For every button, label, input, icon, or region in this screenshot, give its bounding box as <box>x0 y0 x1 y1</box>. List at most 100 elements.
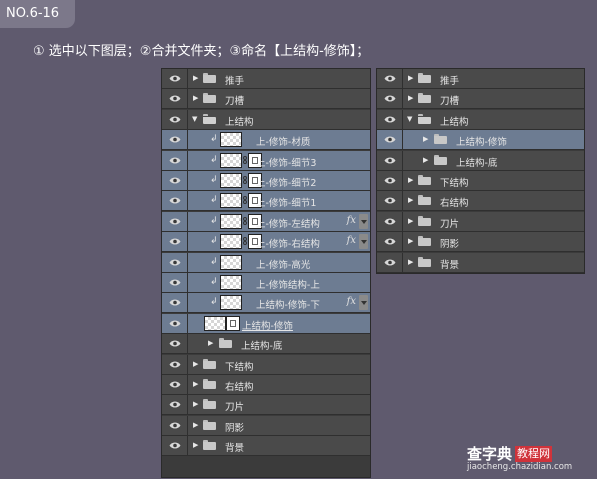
clipping-mask-icon: ↲ <box>210 297 218 308</box>
collapsed-triangle-icon[interactable]: ▶ <box>423 156 428 164</box>
visibility-eye-icon[interactable] <box>162 395 188 415</box>
layer-row[interactable]: ▶ 背景 <box>377 252 584 273</box>
visibility-eye-icon[interactable] <box>162 211 188 231</box>
folder-icon <box>418 236 431 247</box>
visibility-eye-icon[interactable] <box>377 150 403 170</box>
layer-row[interactable]: ↲ 上-修饰-细节2 <box>162 171 370 191</box>
expanded-triangle-icon[interactable]: ▼ <box>192 115 197 123</box>
layer-name: 下结构 <box>225 361 254 373</box>
layer-row[interactable]: ▶ 背景 <box>162 436 370 457</box>
visibility-eye-icon[interactable] <box>377 171 403 190</box>
collapsed-triangle-icon[interactable]: ▶ <box>193 421 198 429</box>
collapsed-triangle-icon[interactable]: ▶ <box>408 176 413 184</box>
visibility-eye-icon[interactable] <box>162 191 188 211</box>
visibility-eye-icon[interactable] <box>377 130 403 150</box>
layer-row[interactable]: ↲ 上-修饰结构-上 <box>162 273 370 293</box>
visibility-eye-icon[interactable] <box>162 89 188 109</box>
visibility-eye-icon[interactable] <box>162 252 188 272</box>
collapsed-triangle-icon[interactable]: ▶ <box>193 74 198 82</box>
collapsed-triangle-icon[interactable]: ▶ <box>408 258 413 266</box>
collapsed-triangle-icon[interactable]: ▶ <box>408 217 413 225</box>
visibility-eye-icon[interactable] <box>162 232 188 252</box>
layer-effects-icon[interactable]: fx <box>347 296 356 307</box>
layer-name: 上-修饰-右结构 <box>256 239 320 251</box>
visibility-eye-icon[interactable] <box>377 211 403 231</box>
folder-icon <box>418 93 431 104</box>
layer-row[interactable]: ▶ 上结构-修饰 <box>377 130 584 151</box>
layer-row[interactable]: ↲ 上-修饰-材质 <box>162 130 370 151</box>
layer-row[interactable]: ▶ 阴影 <box>162 415 370 436</box>
collapsed-triangle-icon[interactable]: ▶ <box>408 94 413 102</box>
visibility-eye-icon[interactable] <box>162 130 188 150</box>
layer-effects-icon[interactable]: fx <box>347 215 356 226</box>
layer-row[interactable]: ▶ 推手 <box>377 69 584 89</box>
visibility-eye-icon[interactable] <box>162 334 188 354</box>
layer-row[interactable]: ↲ 上-修饰-细节1 <box>162 191 370 212</box>
layer-row[interactable]: ▼ 上结构 <box>162 109 370 130</box>
visibility-eye-icon[interactable] <box>162 273 188 292</box>
layer-row[interactable]: ▶ 右结构 <box>377 191 584 212</box>
visibility-eye-icon[interactable] <box>162 375 188 394</box>
effects-expand-button[interactable] <box>359 295 368 311</box>
layer-row[interactable]: ▶ 上结构-底 <box>377 150 584 171</box>
effects-expand-button[interactable] <box>359 213 368 229</box>
collapsed-triangle-icon[interactable]: ▶ <box>193 94 198 102</box>
collapsed-triangle-icon[interactable]: ▶ <box>208 339 213 347</box>
layer-row[interactable]: 上结构-修饰 <box>162 313 370 334</box>
layer-row[interactable]: ▶ 右结构 <box>162 375 370 395</box>
layer-row[interactable]: ↲ 上-修饰-细节3 <box>162 150 370 171</box>
layer-name: 上-修饰-细节2 <box>256 178 317 189</box>
watermark: 查字典 教程网 jiaocheng.chazidian.com <box>467 446 597 473</box>
visibility-eye-icon[interactable] <box>162 436 188 456</box>
expanded-triangle-icon[interactable]: ▼ <box>407 115 412 123</box>
layer-thumbnail <box>220 254 242 270</box>
layer-row[interactable]: ↲ fx 上结构-修饰-下 <box>162 293 370 314</box>
visibility-eye-icon[interactable] <box>377 191 403 211</box>
layer-name: 刀片 <box>440 218 460 230</box>
clipping-mask-icon: ↲ <box>210 195 218 206</box>
layer-row[interactable]: ▶ 推手 <box>162 69 370 89</box>
layer-row[interactable]: ▶ 刀槽 <box>162 89 370 110</box>
layer-row[interactable]: ▶ 刀槽 <box>377 89 584 110</box>
visibility-eye-icon[interactable] <box>162 109 188 129</box>
collapsed-triangle-icon[interactable]: ▶ <box>193 400 198 408</box>
layer-name: 推手 <box>225 76 245 87</box>
visibility-eye-icon[interactable] <box>377 69 403 88</box>
collapsed-triangle-icon[interactable]: ▶ <box>193 380 198 388</box>
folder-icon <box>418 215 431 226</box>
effects-expand-button[interactable] <box>359 234 368 250</box>
layer-name: 上-修饰-细节1 <box>256 198 317 210</box>
watermark-box: 教程网 <box>515 446 553 462</box>
layer-effects-icon[interactable]: fx <box>347 235 356 246</box>
layer-row[interactable]: ▶ 下结构 <box>162 354 370 375</box>
layer-name: 上-修饰-左结构 <box>256 218 320 230</box>
collapsed-triangle-icon[interactable]: ▶ <box>408 237 413 245</box>
layer-row[interactable]: ▼ 上结构 <box>377 109 584 130</box>
layer-row[interactable]: ↲ fx 上-修饰-左结构 <box>162 211 370 232</box>
visibility-eye-icon[interactable] <box>162 313 188 333</box>
visibility-eye-icon[interactable] <box>162 293 188 313</box>
collapsed-triangle-icon[interactable]: ▶ <box>408 74 413 82</box>
collapsed-triangle-icon[interactable]: ▶ <box>423 135 428 143</box>
layer-name: 上结构 <box>225 116 254 128</box>
visibility-eye-icon[interactable] <box>377 232 403 252</box>
visibility-eye-icon[interactable] <box>162 150 188 170</box>
layer-row[interactable]: ▶ 阴影 <box>377 232 584 253</box>
visibility-eye-icon[interactable] <box>162 415 188 435</box>
visibility-eye-icon[interactable] <box>162 69 188 88</box>
collapsed-triangle-icon[interactable]: ▶ <box>193 360 198 368</box>
layer-name: 上结构-修饰 <box>242 320 293 332</box>
collapsed-triangle-icon[interactable]: ▶ <box>193 441 198 449</box>
visibility-eye-icon[interactable] <box>377 252 403 272</box>
visibility-eye-icon[interactable] <box>162 171 188 190</box>
collapsed-triangle-icon[interactable]: ▶ <box>408 196 413 204</box>
layer-row[interactable]: ↲ 上-修饰-高光 <box>162 252 370 273</box>
layer-row[interactable]: ▶ 上结构-底 <box>162 334 370 355</box>
layer-row[interactable]: ↲ fx 上-修饰-右结构 <box>162 232 370 253</box>
layer-row[interactable]: ▶ 下结构 <box>377 171 584 191</box>
visibility-eye-icon[interactable] <box>377 89 403 109</box>
layer-row[interactable]: ▶ 刀片 <box>377 211 584 232</box>
visibility-eye-icon[interactable] <box>162 354 188 374</box>
visibility-eye-icon[interactable] <box>377 109 403 129</box>
layer-row[interactable]: ▶ 刀片 <box>162 395 370 416</box>
